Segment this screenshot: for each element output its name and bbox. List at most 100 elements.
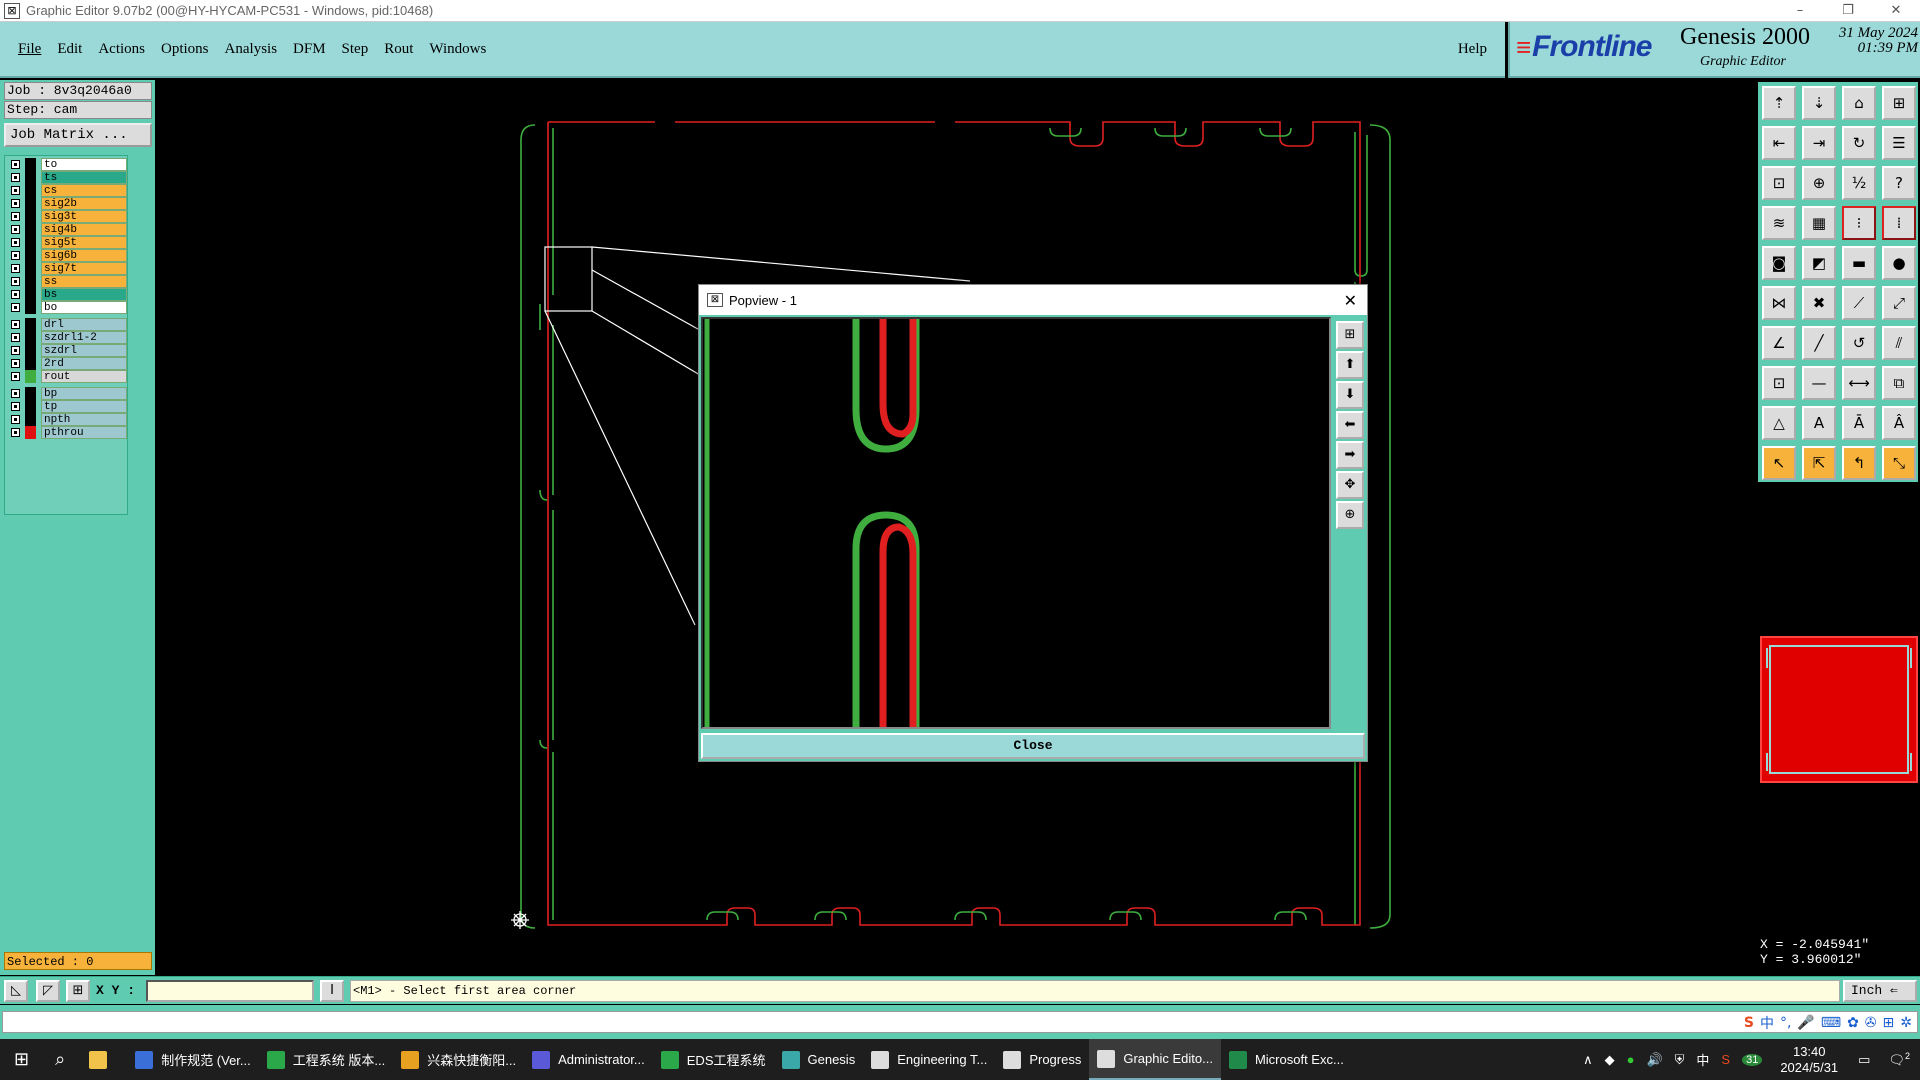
layer-color-swatch[interactable] (25, 318, 36, 331)
layer-color-swatch[interactable] (25, 413, 36, 426)
mic-icon[interactable]: 🎤 (1797, 1015, 1814, 1031)
point-line-icon[interactable]: ⟋ (1842, 286, 1876, 320)
parallel-icon[interactable]: ⫽ (1882, 326, 1916, 360)
angle-icon[interactable]: ∠ (1762, 326, 1796, 360)
menu-step[interactable]: Step (342, 41, 369, 58)
start-icon[interactable]: ⊞ (0, 1039, 43, 1080)
tray-chevron-icon[interactable]: ∧ (1583, 1052, 1593, 1068)
layer-row-drl[interactable]: drl (7, 318, 127, 331)
horizontal-icon[interactable]: — (1802, 366, 1836, 400)
layer-row-pthrou[interactable]: pthrou (7, 426, 127, 439)
grid-mode-icon[interactable]: ⊞ (66, 980, 90, 1002)
info-icon[interactable]: I (320, 980, 344, 1002)
layer-row-sig6b[interactable]: sig6b (7, 249, 127, 262)
layer-color-swatch[interactable] (25, 158, 36, 171)
layer-row-ts[interactable]: ts (7, 171, 127, 184)
circle-icon[interactable]: ● (1882, 246, 1916, 280)
layer-name[interactable]: to (41, 158, 127, 171)
xy-input[interactable] (146, 980, 314, 1002)
layer-color-swatch[interactable] (25, 223, 36, 236)
text-a-angle-icon[interactable]: Â (1882, 406, 1916, 440)
net-icon[interactable]: ⁝ (1842, 206, 1876, 240)
layer-color-swatch[interactable] (25, 288, 36, 301)
layer-checkbox[interactable] (11, 303, 20, 312)
restore-button[interactable]: ❐ (1824, 3, 1872, 18)
overview-minimap[interactable] (1760, 636, 1918, 783)
angle-mode-icon[interactable]: ◸ (36, 980, 60, 1002)
layer-name[interactable]: szdrl1-2 (41, 331, 127, 344)
file-explorer-icon[interactable] (77, 1039, 127, 1080)
objects-icon[interactable]: ⧉ (1882, 366, 1916, 400)
layer-checkbox[interactable] (11, 173, 20, 182)
pan-left-icon[interactable]: ⇤ (1762, 126, 1796, 160)
sogou-tray-icon[interactable]: S (1721, 1052, 1730, 1067)
layer-checkbox[interactable] (11, 320, 20, 329)
layer-checkbox[interactable] (11, 199, 20, 208)
units-button[interactable]: Inch ⇐ (1843, 980, 1917, 1002)
tray-clock[interactable]: 13:40 2024/5/31 (1780, 1044, 1838, 1076)
taskbar-item[interactable]: 制作规范 (Ver... (127, 1039, 259, 1080)
save-icon[interactable]: ⇣ (1802, 86, 1836, 120)
layer-row-to[interactable]: to (7, 158, 127, 171)
search-icon[interactable]: ⌕ (43, 1039, 77, 1080)
layer-checkbox[interactable] (11, 415, 20, 424)
layer-color-swatch[interactable] (25, 387, 36, 400)
layer-checkbox[interactable] (11, 290, 20, 299)
layer-row-ss[interactable]: ss (7, 275, 127, 288)
layer-checkbox[interactable] (11, 277, 20, 286)
netlist-icon[interactable]: ⁞ (1882, 206, 1916, 240)
node-icon[interactable]: ⊡ (1762, 366, 1796, 400)
layer-name[interactable]: bp (41, 387, 127, 400)
layer-checkbox[interactable] (11, 428, 20, 437)
layer-color-swatch[interactable] (25, 400, 36, 413)
measure-icon[interactable]: ▬ (1842, 246, 1876, 280)
menu-file[interactable]: File (18, 41, 41, 58)
layer-color-swatch[interactable] (25, 344, 36, 357)
layer-color-swatch[interactable] (25, 331, 36, 344)
layer-checkbox[interactable] (11, 402, 20, 411)
command-field[interactable] (2, 1011, 1918, 1033)
menu-analysis[interactable]: Analysis (225, 41, 278, 58)
skin-icon[interactable]: ✿ (1847, 1015, 1859, 1031)
keyboard-icon[interactable]: ⌨ (1821, 1015, 1841, 1031)
layer-row-sig3t[interactable]: sig3t (7, 210, 127, 223)
layer-name[interactable]: tp (41, 400, 127, 413)
layer-color-swatch[interactable] (25, 210, 36, 223)
split-icon[interactable]: ☰ (1882, 126, 1916, 160)
layer-name[interactable]: ss (41, 275, 127, 288)
arc-icon[interactable]: ↺ (1842, 326, 1876, 360)
select-lasso-icon[interactable]: ↰ (1842, 446, 1876, 480)
popview-zoom-in-icon[interactable]: ✥ (1336, 471, 1364, 499)
select-pointer-icon[interactable]: ↖ (1762, 446, 1796, 480)
show-desktop-icon[interactable]: ▭ (1858, 1052, 1870, 1068)
menu-dfm[interactable]: DFM (293, 41, 326, 58)
layer-color-swatch[interactable] (25, 357, 36, 370)
notification-icon[interactable]: 🗨2 (1888, 1051, 1910, 1068)
layer-name[interactable]: cs (41, 184, 127, 197)
taskbar-item[interactable]: Microsoft Exc... (1221, 1039, 1352, 1080)
apps-icon[interactable]: ⊞ (1883, 1015, 1895, 1031)
popview-zoom-out-icon[interactable]: ⊕ (1336, 501, 1364, 529)
scale-icon[interactable]: ½ (1842, 166, 1876, 200)
taskbar-item[interactable]: Graphic Edito... (1089, 1039, 1221, 1080)
layer-name[interactable]: sig4b (41, 223, 127, 236)
layer-color-swatch[interactable] (25, 275, 36, 288)
zoom-area-icon[interactable]: ⊕ (1802, 166, 1836, 200)
language-indicator[interactable]: 中 (1696, 1050, 1709, 1069)
pan-right-icon[interactable]: ⇥ (1802, 126, 1836, 160)
home-icon[interactable]: ⌂ (1842, 86, 1876, 120)
menu-rout[interactable]: Rout (384, 41, 413, 58)
layer-name[interactable]: szdrl (41, 344, 127, 357)
taskbar-item[interactable]: Progress (995, 1039, 1089, 1080)
close-window-button[interactable]: ✕ (1872, 3, 1920, 18)
layer-name[interactable]: sig3t (41, 210, 127, 223)
layer-checkbox[interactable] (11, 251, 20, 260)
layer-row-cs[interactable]: cs (7, 184, 127, 197)
job-matrix-button[interactable]: Job Matrix ... (4, 123, 152, 147)
layer-color-swatch[interactable] (25, 249, 36, 262)
layer-name[interactable]: rout (41, 370, 127, 383)
layer-color-swatch[interactable] (25, 262, 36, 275)
layer-name[interactable]: npth (41, 413, 127, 426)
layer-name[interactable]: sig5t (41, 236, 127, 249)
text-a-icon[interactable]: A (1802, 406, 1836, 440)
